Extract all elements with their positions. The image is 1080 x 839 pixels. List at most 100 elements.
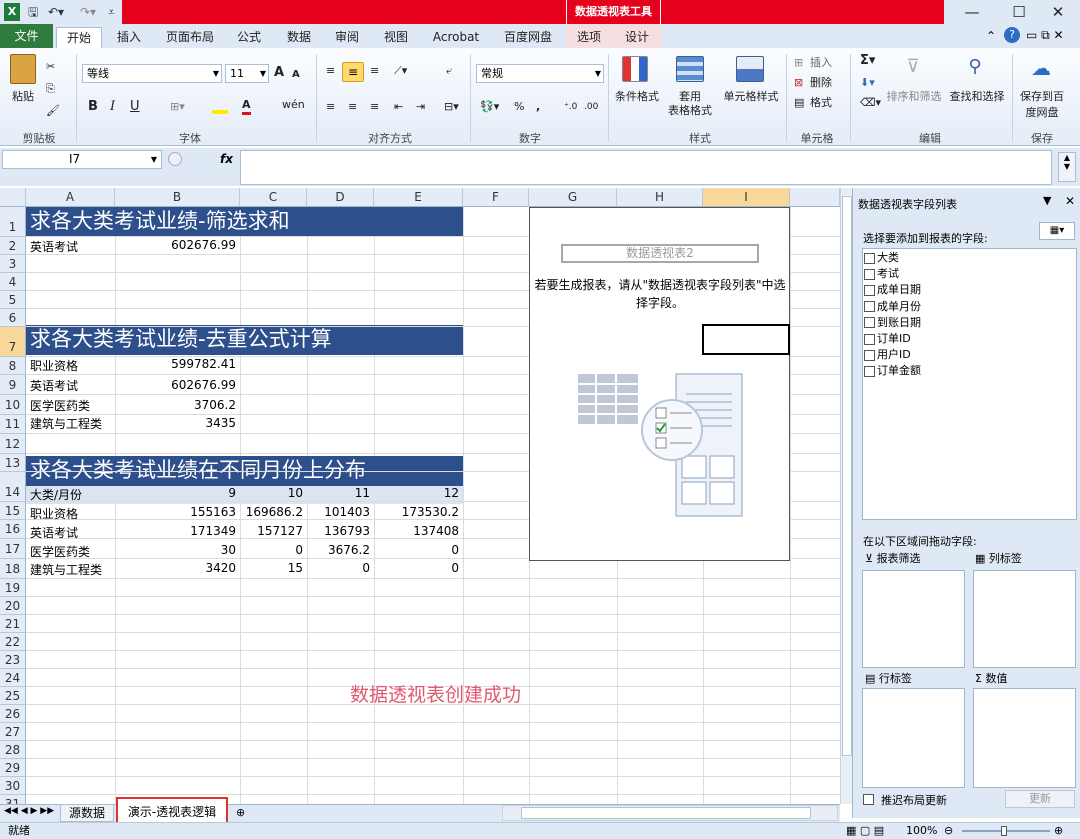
field-checkbox-item[interactable]: 考试: [864, 266, 1024, 282]
table-format-button-1[interactable]: 套用: [670, 90, 710, 104]
row-header-30[interactable]: 30: [0, 777, 26, 795]
view-buttons-icons[interactable]: ▦ ▢ ▤: [846, 823, 884, 839]
row-header-16[interactable]: 16: [0, 520, 26, 539]
col-header-h[interactable]: H: [617, 188, 703, 207]
cell-b18[interactable]: 30: [115, 543, 236, 557]
tab-data[interactable]: 数据: [278, 27, 320, 48]
name-box[interactable]: I7 ▼: [2, 150, 162, 169]
checkbox-icon[interactable]: [864, 365, 875, 377]
undo-icon[interactable]: ↶▾: [48, 3, 64, 21]
row-header-22[interactable]: 22: [0, 633, 26, 651]
row-header-18[interactable]: 18: [0, 559, 26, 579]
align-right-icon[interactable]: ≡: [370, 100, 379, 114]
sort-filter-button[interactable]: 排序和筛选: [884, 90, 944, 104]
ribbon-minimize-icon[interactable]: ⌃: [986, 29, 996, 43]
zoom-out-icon[interactable]: ⊖: [944, 823, 953, 839]
find-select-icon[interactable]: ⚲: [962, 56, 988, 82]
zoom-in-icon[interactable]: ⊕: [1054, 823, 1063, 839]
row-header-2[interactable]: 2: [0, 237, 26, 255]
cell-b19[interactable]: 3420: [115, 561, 236, 575]
sheet-nav-icons[interactable]: ◀◀ ◀ ▶ ▶▶: [4, 806, 54, 816]
cell-a8[interactable]: 职业资格: [30, 357, 78, 374]
phonetic-icon[interactable]: wén: [282, 98, 305, 112]
cell-e18[interactable]: 0: [374, 543, 459, 557]
checkbox-icon[interactable]: [864, 333, 875, 345]
row-labels-drop-area[interactable]: [862, 688, 965, 788]
zoom-slider-thumb[interactable]: [1001, 826, 1007, 836]
field-list-close-icon[interactable]: ✕: [1065, 194, 1075, 208]
cell-e17[interactable]: 137408: [374, 524, 459, 538]
customize-quick-access-icon[interactable]: ⩡: [108, 3, 115, 21]
row-header-17[interactable]: 17: [0, 539, 26, 559]
tab-options[interactable]: 选项: [568, 27, 610, 48]
field-checkbox-item[interactable]: 大类: [864, 250, 1024, 266]
col-header-i[interactable]: I: [703, 188, 790, 207]
row-header-15[interactable]: 15: [0, 502, 26, 520]
minimize-button[interactable]: —: [950, 0, 994, 24]
font-size-combo[interactable]: 11 ▼: [225, 64, 269, 83]
values-drop-area[interactable]: [973, 688, 1076, 788]
increase-indent-icon[interactable]: ⇥: [416, 100, 425, 114]
cell-a19[interactable]: 建筑与工程类: [30, 561, 102, 578]
cell-e19[interactable]: 0: [374, 561, 459, 575]
delete-cells-icon[interactable]: ⊠: [794, 76, 803, 90]
insert-function-button[interactable]: fx: [220, 152, 233, 166]
cell-a16[interactable]: 职业资格: [30, 505, 78, 522]
paste-button[interactable]: 粘贴: [6, 90, 40, 104]
row-header-25[interactable]: 25: [0, 687, 26, 705]
active-cell-i7[interactable]: [702, 324, 790, 355]
insert-cells-button[interactable]: 插入: [810, 56, 832, 70]
tab-page-layout[interactable]: 页面布局: [160, 27, 220, 48]
checkbox-icon[interactable]: [864, 284, 875, 296]
cut-icon[interactable]: ✂: [46, 60, 55, 74]
number-format-combo[interactable]: 常规 ▼: [476, 64, 604, 83]
table-format-icon[interactable]: [676, 56, 704, 82]
tab-formulas[interactable]: 公式: [228, 27, 270, 48]
vertical-scrollbar[interactable]: [840, 188, 852, 804]
cell-e15[interactable]: 12: [374, 486, 459, 500]
row-header-24[interactable]: 24: [0, 669, 26, 687]
tab-view[interactable]: 视图: [375, 27, 417, 48]
formula-input[interactable]: [240, 150, 1052, 185]
cell-a9[interactable]: 英语考试: [30, 377, 78, 394]
field-checkbox-item[interactable]: 成单月份: [864, 299, 1024, 315]
row-header-23[interactable]: 23: [0, 651, 26, 669]
vertical-scroll-thumb[interactable]: [842, 196, 852, 756]
tab-acrobat[interactable]: Acrobat: [426, 27, 486, 48]
conditional-format-button[interactable]: 条件格式: [612, 90, 662, 104]
tab-design[interactable]: 设计: [616, 27, 658, 48]
decrease-indent-icon[interactable]: ⇤: [394, 100, 403, 114]
bold-button[interactable]: B: [88, 100, 98, 114]
field-checkbox-item[interactable]: 用户ID: [864, 347, 1024, 363]
font-name-combo[interactable]: 等线 ▼: [82, 64, 222, 83]
cell-b15[interactable]: 9: [115, 486, 236, 500]
cell-a2[interactable]: 英语考试: [30, 238, 78, 255]
column-labels-drop-area[interactable]: [973, 570, 1076, 668]
select-all-corner[interactable]: [0, 188, 26, 207]
format-cells-button[interactable]: 格式: [810, 96, 832, 110]
currency-icon[interactable]: 💱▾: [480, 100, 499, 114]
row-header-8[interactable]: 8: [0, 357, 26, 375]
cell-d16[interactable]: 101403: [307, 505, 370, 519]
row-header-9[interactable]: 9: [0, 375, 26, 395]
cell-e16[interactable]: 173530.2: [374, 505, 459, 519]
grow-font-button[interactable]: A: [274, 66, 284, 80]
close-button[interactable]: ✕: [1036, 0, 1080, 24]
cell-a18[interactable]: 医学医药类: [30, 543, 90, 560]
row-header-28[interactable]: 28: [0, 741, 26, 759]
field-checkbox-item[interactable]: 成单日期: [864, 282, 1024, 298]
col-header-d[interactable]: D: [307, 188, 374, 207]
cell-b9[interactable]: 602676.99: [115, 378, 236, 392]
cell-a10[interactable]: 医学医药类: [30, 397, 90, 414]
cell-c19[interactable]: 15: [240, 561, 303, 575]
col-header-c[interactable]: C: [240, 188, 307, 207]
format-cells-icon[interactable]: ▤: [794, 96, 804, 110]
underline-button[interactable]: U: [130, 100, 140, 114]
table-format-button-2[interactable]: 表格格式: [662, 104, 718, 118]
row-header-27[interactable]: 27: [0, 723, 26, 741]
clear-icon[interactable]: ⌫▾: [860, 96, 881, 110]
tab-baidu[interactable]: 百度网盘: [497, 27, 559, 48]
cell-d19[interactable]: 0: [307, 561, 370, 575]
row-header-1[interactable]: 1: [0, 207, 26, 237]
fill-icon[interactable]: ⬇▾: [860, 76, 875, 90]
